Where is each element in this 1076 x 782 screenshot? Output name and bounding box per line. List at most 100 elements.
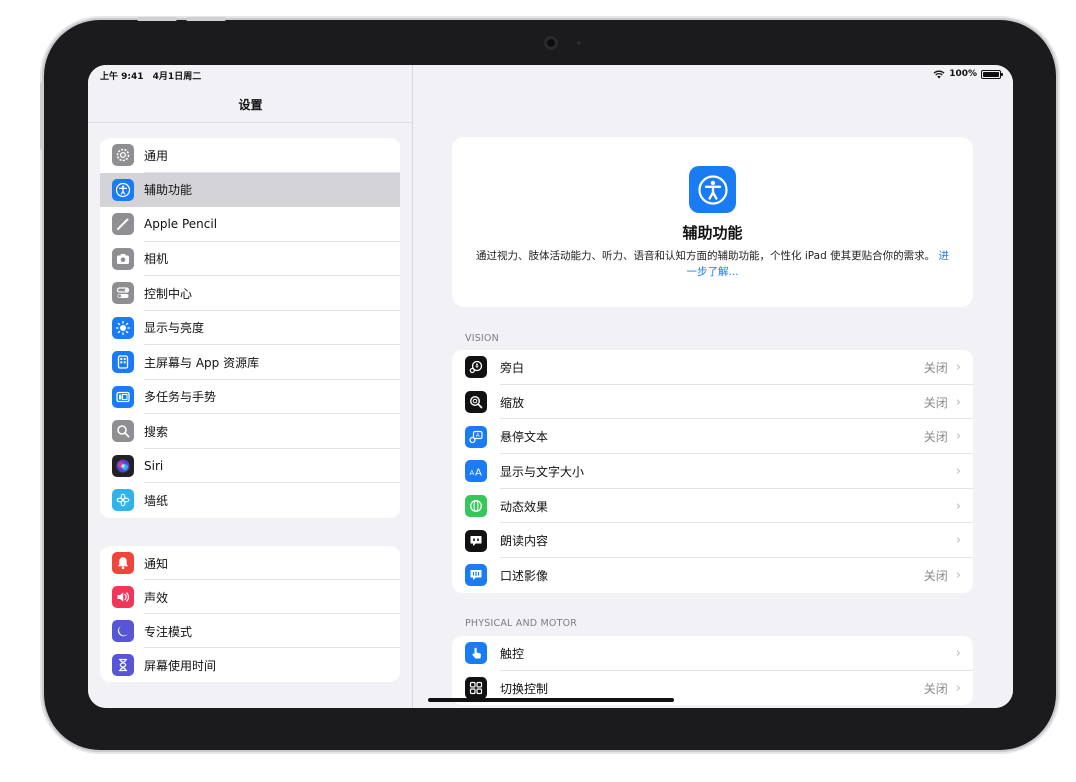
row-value: 关闭 (923, 681, 948, 696)
sidebar-item-label: 屏幕使用时间 (144, 658, 217, 673)
text-size-icon: AA (465, 460, 487, 483)
chevron-right-icon: › (955, 645, 961, 661)
row-label: 触控 (500, 646, 525, 661)
search-icon (112, 420, 134, 443)
zoom-icon (465, 391, 487, 414)
voiceover-icon (465, 356, 487, 379)
chevron-right-icon: › (955, 498, 961, 514)
chevron-right-icon: › (955, 429, 961, 445)
sidebar-item-label: 显示与亮度 (144, 321, 205, 336)
sidebar-item-wallpaper[interactable]: 墙纸 (100, 483, 400, 518)
physical-motor-group: 触控 › 切换控制 关闭 › (452, 636, 973, 706)
sidebar-group-notifications: 通知 声效 专注模式 屏幕使用时间 (100, 546, 400, 682)
sidebar-item-camera[interactable]: 相机 (100, 242, 400, 276)
touch-icon (465, 642, 487, 665)
chevron-right-icon: › (955, 567, 961, 583)
chevron-right-icon: › (955, 533, 961, 549)
row-hover-text[interactable]: A 悬停文本 关闭 › (452, 419, 973, 455)
row-zoom[interactable]: 缩放 关闭 › (452, 385, 973, 420)
sidebar-item-multitasking[interactable]: 多任务与手势 (100, 380, 400, 414)
status-time: 上午 9:41 (100, 72, 144, 82)
sidebar-item-label: Siri (144, 458, 164, 473)
moon-icon (112, 620, 134, 642)
sidebar-item-notifications[interactable]: 通知 (100, 546, 400, 580)
row-label: 动态效果 (500, 499, 549, 514)
hero-description: 通过视力、肢体活动能力、听力、语音和认知方面的辅助功能，个性化 iPad 使其更… (472, 248, 953, 280)
speaker-icon (112, 586, 134, 608)
row-motion[interactable]: 动态效果 › (452, 489, 973, 524)
audio-description-icon (465, 564, 487, 587)
camera-sensor (577, 41, 581, 45)
sidebar-item-label: 辅助功能 (144, 183, 193, 198)
row-label: 悬停文本 (500, 430, 549, 445)
row-label: 缩放 (500, 395, 525, 410)
hourglass-icon (112, 654, 134, 676)
status-date: 4月1日周二 (152, 72, 202, 82)
sidebar-item-accessibility[interactable]: 辅助功能 (100, 172, 400, 207)
sidebar-item-general[interactable]: 通用 (100, 138, 400, 173)
battery-icon (981, 69, 1003, 79)
accessibility-icon (689, 166, 736, 213)
battery-percent: 100% (949, 69, 977, 79)
status-bar-right: 100% (933, 69, 1003, 79)
svg-text:A: A (470, 469, 475, 477)
sidebar-item-display[interactable]: 显示与亮度 (100, 311, 400, 345)
row-value: 关闭 (923, 430, 948, 445)
sidebar-group-general: 通用 辅助功能 Apple Pencil 相机 控制中心 显示与亮度 主屏幕与 … (100, 138, 400, 518)
section-label-vision: VISION (465, 333, 499, 344)
hero-title: 辅助功能 (682, 224, 743, 242)
sidebar-item-search[interactable]: 搜索 (100, 414, 400, 449)
row-spoken-content[interactable]: 朗读内容 › (452, 523, 973, 559)
sidebar-item-apple-pencil[interactable]: Apple Pencil (100, 207, 400, 242)
chevron-right-icon: › (955, 359, 961, 375)
wifi-icon (933, 70, 945, 78)
chevron-right-icon: › (955, 680, 961, 696)
sidebar-item-label: 专注模式 (144, 624, 193, 639)
row-label: 口述影像 (500, 568, 549, 583)
row-label: 显示与文字大小 (500, 464, 585, 479)
status-bar-left: 上午 9:41 4月1日周二 (100, 69, 207, 82)
side-button (40, 82, 44, 150)
flower-icon (112, 489, 134, 512)
accessibility-detail: 100% 辅助功能 通过视力、肢体活动能力、听力、语音和认知方面的辅助功能，个性… (414, 65, 1013, 708)
volume-button (137, 17, 177, 21)
chevron-right-icon: › (955, 394, 961, 410)
sidebar-item-home-screen[interactable]: 主屏幕与 App 资源库 (100, 345, 400, 380)
home-indicator[interactable] (428, 698, 674, 702)
pencil-icon (112, 213, 134, 236)
row-label: 切换控制 (500, 681, 549, 696)
sidebar-item-label: Apple Pencil (144, 217, 218, 232)
row-audio-description[interactable]: 口述影像 关闭 › (452, 558, 973, 593)
toggles-icon (112, 282, 134, 305)
settings-sidebar: 上午 9:41 4月1日周二 设置 通用 辅助功能 Apple Pencil 相… (88, 65, 413, 708)
row-display-text-size[interactable]: AA 显示与文字大小 › (452, 454, 973, 489)
row-voiceover[interactable]: 旁白 关闭 › (452, 350, 973, 385)
switch-control-icon (465, 677, 487, 700)
accessibility-icon (112, 178, 134, 201)
svg-text:A: A (476, 433, 480, 439)
vision-group: 旁白 关闭 › 缩放 关闭 › A 悬停文本 关闭 › A A 显示与文字大小 … (452, 350, 973, 593)
row-value: 关闭 (923, 360, 948, 375)
row-label: 朗读内容 (500, 534, 549, 549)
hover-text-icon: A (465, 425, 487, 448)
sidebar-item-sounds[interactable]: 声效 (100, 580, 400, 614)
sidebar-item-label: 搜索 (144, 424, 169, 439)
sidebar-item-focus[interactable]: 专注模式 (100, 614, 400, 648)
sidebar-item-label: 通知 (144, 556, 169, 571)
row-touch[interactable]: 触控 › (452, 636, 973, 671)
sidebar-title: 设置 (238, 98, 263, 112)
row-value: 关闭 (923, 568, 948, 583)
sidebar-item-label: 主屏幕与 App 资源库 (144, 355, 260, 370)
sidebar-item-label: 多任务与手势 (144, 390, 217, 405)
front-camera (544, 36, 558, 50)
camera-icon (112, 247, 134, 270)
sidebar-item-siri[interactable]: Siri (100, 449, 400, 483)
sidebar-item-control-center[interactable]: 控制中心 (100, 276, 400, 311)
sidebar-item-screen-time[interactable]: 屏幕使用时间 (100, 648, 400, 682)
sidebar-item-label: 相机 (144, 252, 169, 267)
screen: 上午 9:41 4月1日周二 设置 通用 辅助功能 Apple Pencil 相… (88, 65, 1013, 708)
siri-icon (112, 454, 134, 477)
home-screen-icon (112, 351, 134, 374)
sidebar-item-label: 控制中心 (144, 286, 193, 301)
hero-description-text: 通过视力、肢体活动能力、听力、语音和认知方面的辅助功能，个性化 iPad 使其更… (476, 250, 936, 262)
